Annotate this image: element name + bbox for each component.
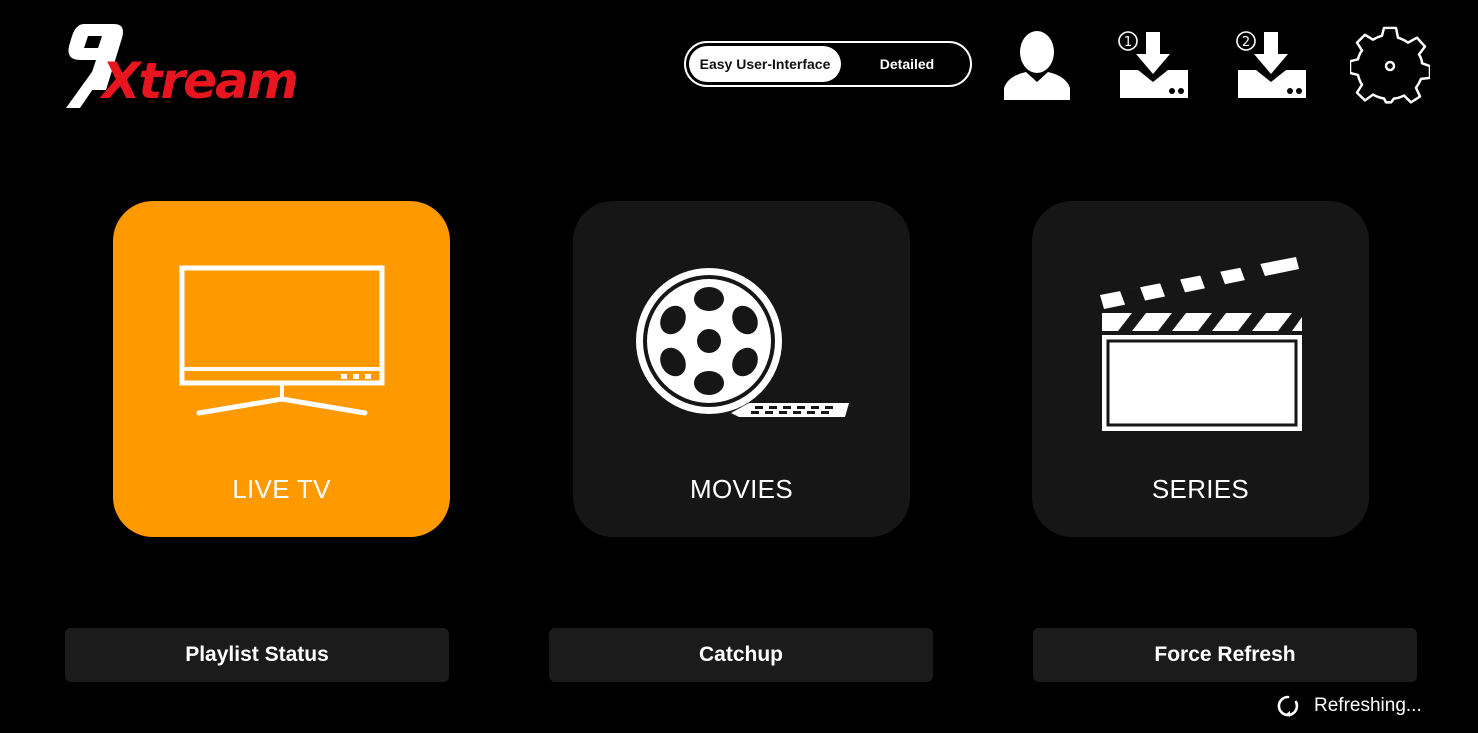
app-logo: Xtream: [62, 24, 324, 108]
film-reel-icon: [631, 263, 853, 419]
status-text: Refreshing...: [1314, 695, 1422, 716]
easy-ui-option[interactable]: Easy User-Interface: [689, 46, 841, 82]
card-label: SERIES: [1151, 474, 1250, 504]
download-icon: 1: [1118, 31, 1188, 98]
download-2-button[interactable]: 2: [1234, 30, 1310, 100]
card-movies[interactable]: MOVIES: [573, 201, 910, 537]
refresh-icon: [1277, 695, 1299, 717]
card-label: MOVIES: [690, 474, 793, 504]
download-1-badge: 1: [1124, 35, 1132, 50]
tv-icon: [179, 265, 385, 417]
playlist-status-button[interactable]: Playlist Status: [65, 628, 449, 682]
download-icon: 2: [1236, 31, 1306, 98]
refresh-status: Refreshing...: [1276, 692, 1422, 720]
force-refresh-button[interactable]: Force Refresh: [1033, 628, 1417, 682]
user-icon[interactable]: [1004, 30, 1070, 100]
catchup-button[interactable]: Catchup: [549, 628, 933, 682]
download-2-badge: 2: [1242, 35, 1250, 50]
card-series[interactable]: SERIES: [1032, 201, 1369, 537]
detailed-option[interactable]: Detailed: [846, 46, 968, 82]
card-live-tv[interactable]: LIVE TV: [113, 201, 450, 537]
mode-toggle[interactable]: Easy User-Interface Detailed: [684, 41, 972, 87]
card-label: LIVE TV: [232, 474, 331, 504]
home-screen: Xtream Easy User-Interface Detailed 1 2: [0, 0, 1478, 733]
gear-icon[interactable]: [1350, 26, 1430, 106]
download-1-button[interactable]: 1: [1116, 30, 1192, 100]
clapperboard-icon: [1098, 257, 1306, 433]
svg-text:Xtream: Xtream: [99, 52, 297, 108]
